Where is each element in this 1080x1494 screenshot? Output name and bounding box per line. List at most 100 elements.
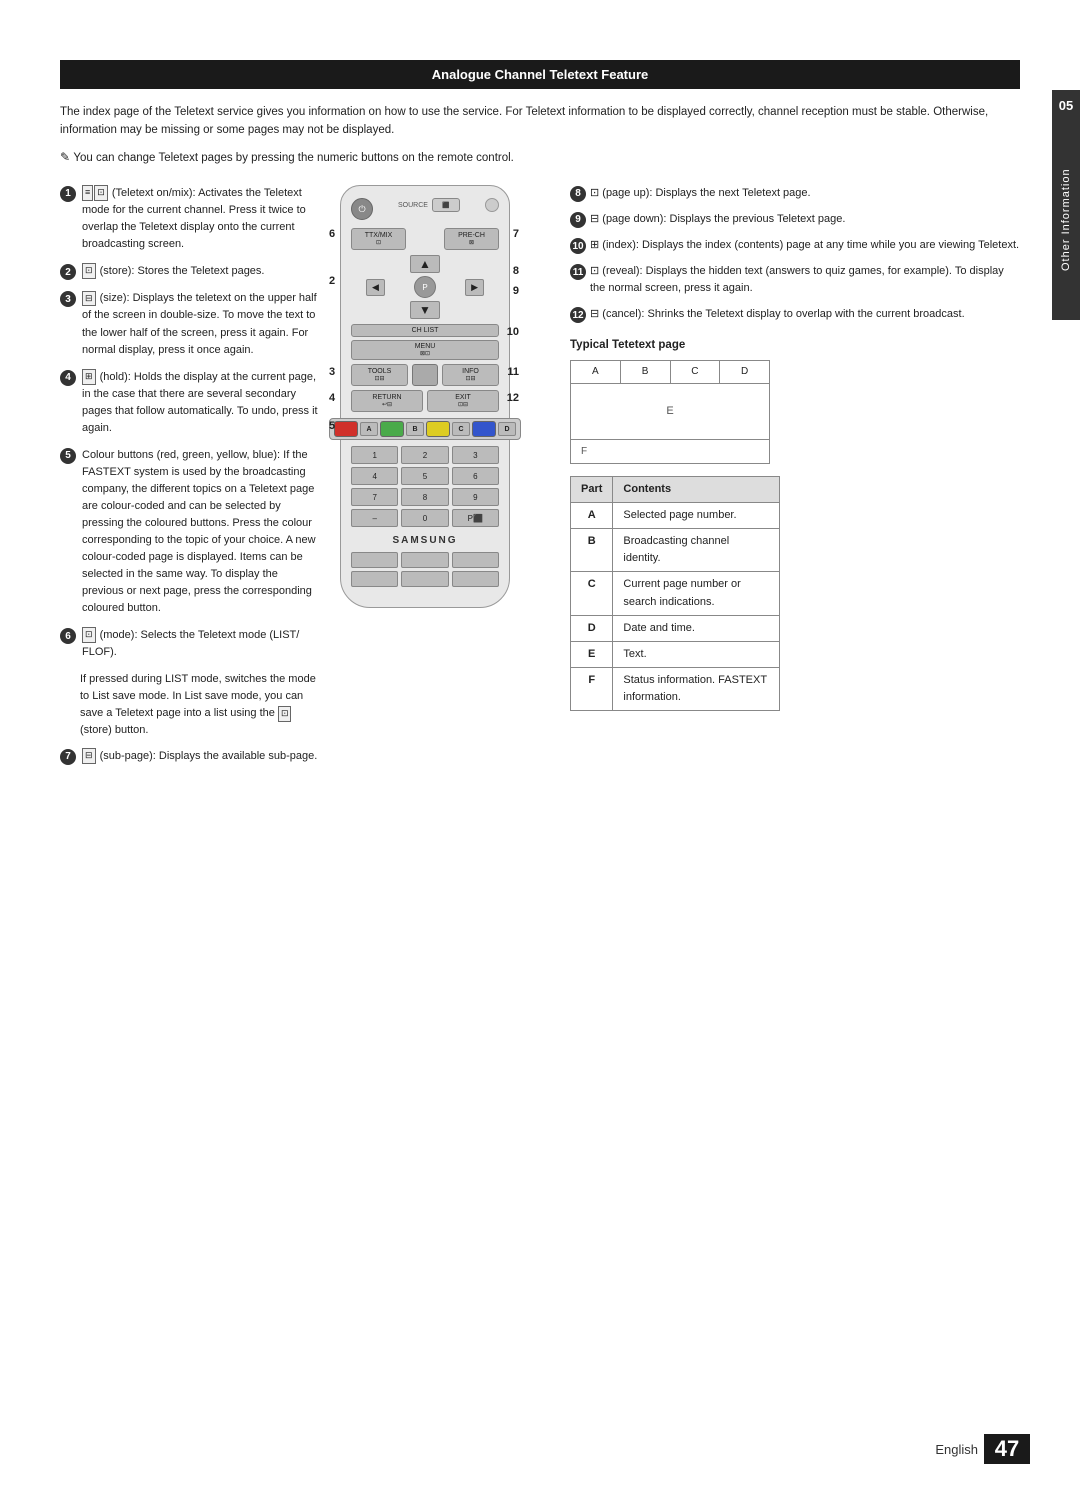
typical-label: Typical Tetetext page xyxy=(570,337,1020,355)
num-misc2[interactable]: P⬛ xyxy=(452,509,499,527)
extra-btn-5[interactable] xyxy=(401,571,448,587)
item-number-3: 3 xyxy=(60,291,76,307)
table-contents-d: Date and time. xyxy=(613,615,780,641)
nav-right-button[interactable]: ▶ xyxy=(465,279,484,296)
icon-size: ⊟ xyxy=(82,291,96,307)
menu-button[interactable]: MENU⊠⊡ xyxy=(351,340,499,360)
b-button[interactable]: B xyxy=(406,422,424,436)
right-item-number-10: 10 xyxy=(570,238,586,254)
num-7[interactable]: 7 xyxy=(351,488,398,506)
remote-ttx-prech-row: TTX/MIX⊡ PRE-CH⊠ 7 xyxy=(351,228,499,250)
main-content: 1 ≡⊡ (Teletext on/mix): Activates the Te… xyxy=(60,185,1020,774)
extra-btn-4[interactable] xyxy=(351,571,398,587)
side-tab-label: Other Information xyxy=(1052,120,1080,320)
num-0[interactable]: 0 xyxy=(401,509,448,527)
num-9[interactable]: 9 xyxy=(452,488,499,506)
list-item: 4 ⊞ (hold): Holds the display at the cur… xyxy=(60,369,320,437)
remote-label-2: 2 xyxy=(329,275,335,287)
d-button[interactable]: D xyxy=(498,422,516,436)
page-number: 47 xyxy=(984,1434,1030,1464)
list-item: 6 ⊡ (mode): Selects the Teletext mode (L… xyxy=(60,627,320,661)
num-5[interactable]: 5 xyxy=(401,467,448,485)
extra-btn-1[interactable] xyxy=(351,552,398,568)
item-number-4: 4 xyxy=(60,370,76,386)
icon-page-down: ⊟ xyxy=(590,213,599,225)
menu-row: MENU⊠⊡ xyxy=(351,340,499,360)
item-text-3: ⊟ (size): Displays the teletext on the u… xyxy=(82,290,320,358)
table-row: D Date and time. xyxy=(571,615,780,641)
tools-spacer xyxy=(412,364,438,386)
left-column: 1 ≡⊡ (Teletext on/mix): Activates the Te… xyxy=(60,185,320,774)
nav-pad-area: 2 8 9 ▲ ◀ P ▶ ▼ xyxy=(351,255,499,319)
item-number-7: 7 xyxy=(60,749,76,765)
teletext-col-a: A xyxy=(571,361,621,383)
green-button[interactable] xyxy=(380,421,404,437)
info-button[interactable]: INFO⊡⊟ xyxy=(442,364,499,386)
list-item: 5 Colour buttons (red, green, yellow, bl… xyxy=(60,447,320,617)
exit-button[interactable]: EXIT⊡⊟ xyxy=(427,390,499,412)
icon-store: ⊡ xyxy=(82,263,96,279)
num-1[interactable]: 1 xyxy=(351,446,398,464)
num-6[interactable]: 6 xyxy=(452,467,499,485)
samsung-logo: SAMSUNG xyxy=(351,535,499,546)
nav-down-button[interactable]: ▼ xyxy=(410,301,440,319)
icon-hold: ⊞ xyxy=(82,369,96,385)
ttx-mix-button[interactable]: TTX/MIX⊡ xyxy=(351,228,406,250)
table-part-e: E xyxy=(571,641,613,667)
icon-reveal: ⊡ xyxy=(590,265,599,277)
blue-button[interactable] xyxy=(472,421,496,437)
num-4[interactable]: 4 xyxy=(351,467,398,485)
ch-list-button[interactable]: CH LIST xyxy=(351,324,499,337)
right-list-item-10: 10 ⊞ (index): Displays the index (conten… xyxy=(570,237,1020,254)
table-header-contents: Contents xyxy=(613,477,780,503)
tools-button[interactable]: TOOLS⊡⊟ xyxy=(351,364,408,386)
number-pad: 1 2 3 4 5 6 7 8 9 – 0 P⬛ xyxy=(351,446,499,527)
center-column: ⏻ SOURCE ⬛ 6 TTX/MIX⊡ xyxy=(340,185,550,774)
nav-up-button[interactable]: ▲ xyxy=(410,255,440,273)
num-8[interactable]: 8 xyxy=(401,488,448,506)
nav-up-row: ▲ xyxy=(351,255,499,273)
right-item-text-12: ⊟ (cancel): Shrinks the Teletext display… xyxy=(590,306,1020,323)
item-text-5: Colour buttons (red, green, yellow, blue… xyxy=(82,447,320,617)
table-row: E Text. xyxy=(571,641,780,667)
remote-mid-section: 6 TTX/MIX⊡ PRE-CH⊠ 7 2 8 9 xyxy=(351,228,499,527)
right-list-item-9: 9 ⊟ (page down): Displays the previous T… xyxy=(570,211,1020,228)
c-button[interactable]: C xyxy=(452,422,470,436)
extra-btn-6[interactable] xyxy=(452,571,499,587)
extra-btn-2[interactable] xyxy=(401,552,448,568)
right-item-number-8: 8 xyxy=(570,186,586,202)
return-button[interactable]: RETURN↩⊟ xyxy=(351,390,423,412)
prech-button[interactable]: PRE-CH⊠ xyxy=(444,228,499,250)
nav-ok-button[interactable]: P xyxy=(414,276,436,298)
a-button[interactable]: A xyxy=(360,422,378,436)
right-list-item-8: 8 ⊡ (page up): Displays the next Teletex… xyxy=(570,185,1020,202)
nav-left-button[interactable]: ◀ xyxy=(366,279,385,296)
right-list-item-12: 12 ⊟ (cancel): Shrinks the Teletext disp… xyxy=(570,306,1020,323)
teletext-col-c: C xyxy=(671,361,721,383)
right-column: 8 ⊡ (page up): Displays the next Teletex… xyxy=(570,185,1020,774)
nav-down-row: ▼ xyxy=(351,301,499,319)
list-sub-item-6: If pressed during LIST mode, switches th… xyxy=(80,671,320,739)
power-button[interactable]: ⏻ xyxy=(351,198,373,220)
icon-mix: ⊡ xyxy=(94,185,108,201)
extra-btn-3[interactable] xyxy=(452,552,499,568)
side-tab-number: 05 xyxy=(1052,90,1080,120)
table-part-b: B xyxy=(571,529,613,572)
item-text-6: ⊡ (mode): Selects the Teletext mode (LIS… xyxy=(82,627,320,661)
icon-subpage: ⊟ xyxy=(82,748,96,764)
table-header-row: Part Contents xyxy=(571,477,780,503)
item-text-1: ≡⊡ (Teletext on/mix): Activates the Tele… xyxy=(82,185,320,253)
table-row: A Selected page number. xyxy=(571,503,780,529)
remote-label-12: 12 xyxy=(507,392,519,404)
right-item-number-11: 11 xyxy=(570,264,586,280)
red-button[interactable] xyxy=(334,421,358,437)
right-item-number-12: 12 xyxy=(570,307,586,323)
tools-info-row: 3 11 TOOLS⊡⊟ INFO⊡⊟ xyxy=(351,364,499,386)
num-3[interactable]: 3 xyxy=(452,446,499,464)
num-2[interactable]: 2 xyxy=(401,446,448,464)
teletext-footer-f: F xyxy=(571,439,769,464)
num-misc1[interactable]: – xyxy=(351,509,398,527)
remote-wrapper: ⏻ SOURCE ⬛ 6 TTX/MIX⊡ xyxy=(340,185,550,608)
source-button[interactable]: ⬛ xyxy=(432,198,460,212)
yellow-button[interactable] xyxy=(426,421,450,437)
